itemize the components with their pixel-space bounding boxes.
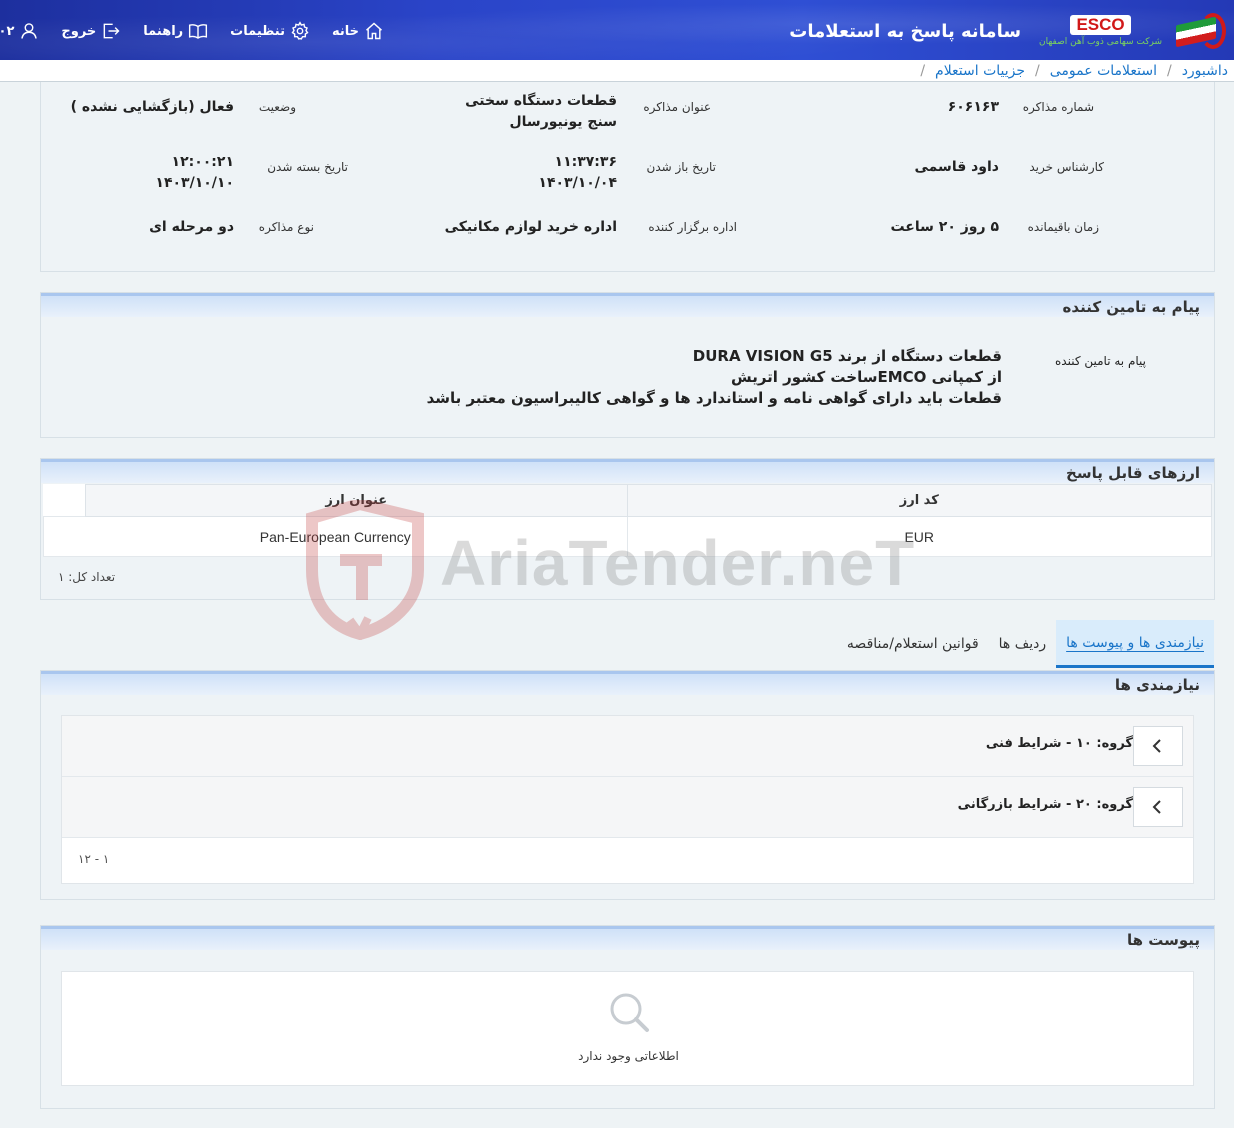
open-date: ۱۴۰۳/۱۰/۰۴ — [538, 175, 617, 191]
nav-user[interactable]: ۱۲۰۸۰۲ — [0, 21, 39, 41]
pager: ۱ - ۱۲ — [62, 838, 1193, 883]
nav-settings[interactable]: تنظیمات — [230, 21, 310, 41]
brand: ESCO شرکت سهامی ذوب آهن اصفهان سامانه پا… — [789, 6, 1226, 56]
list-item[interactable]: گروه: ۲۰ - شرایط بازرگانی — [62, 777, 1193, 838]
organizer-label: اداره برگزار کننده — [648, 220, 737, 234]
open-date-label: تاریخ باز شدن — [646, 160, 716, 174]
nav-logout[interactable]: خروج — [61, 21, 121, 41]
message-line: قطعات باید دارای گواهی نامه و استاندارد … — [426, 389, 1002, 407]
breadcrumb-dashboard[interactable]: داشبورد — [1182, 63, 1228, 79]
pager-range: ۱ - ۱۲ — [78, 852, 110, 866]
message-line: قطعات دستگاه از برند DURA VISION G5 — [692, 347, 1002, 365]
nav-guide-label: راهنما — [143, 23, 184, 39]
currencies-table: کد ارز عنوان ارز EUR Pan-European Curren… — [43, 484, 1213, 557]
message-line: از کمپانی EMCOساخت کشور اتریش — [731, 368, 1002, 386]
system-title: سامانه پاسخ به استعلامات — [789, 20, 1022, 42]
close-date: ۱۴۰۳/۱۰/۱۰ — [155, 175, 234, 191]
table-header-row: کد ارز عنوان ارز — [43, 484, 1213, 517]
requirement-groups: گروه: ۱۰ - شرایط فنی گروه: ۲۰ - شرایط با… — [61, 715, 1194, 884]
inquiry-details: شماره مذاکره ۶۰۶۱۶۳ عنوان مذاکره قطعات د… — [40, 82, 1215, 272]
status-value: فعال (بازگشایی نشده ) — [70, 99, 234, 115]
close-date-label: تاریخ بسته شدن — [267, 160, 348, 174]
expand-group-button[interactable] — [1133, 726, 1183, 766]
column-spacer — [43, 484, 86, 517]
esco-logo: ESCO شرکت سهامی ذوب آهن اصفهان — [1039, 15, 1162, 47]
group-title: گروه: ۲۰ - شرایط بازرگانی — [957, 797, 1133, 812]
table-row[interactable]: EUR Pan-European Currency — [43, 516, 1213, 557]
breadcrumb-public-inquiries[interactable]: استعلامات عمومی — [1050, 63, 1157, 79]
remaining-time: ۵ روز ۲۰ ساعت — [890, 219, 999, 235]
column-currency-title[interactable]: عنوان ارز — [84, 484, 628, 517]
breadcrumb: داشبورد / استعلامات عمومی / جزییات استعل… — [0, 60, 1234, 82]
tab-bar: نیازمندی ها و پیوست ها ردیف ها قوانین اس… — [837, 620, 1214, 668]
search-icon — [610, 993, 649, 1032]
list-item[interactable]: گروه: ۱۰ - شرایط فنی — [62, 716, 1193, 777]
gear-icon — [291, 21, 309, 40]
buyer-expert: داود قاسمی — [914, 159, 1000, 175]
iran-flag-logo-icon — [1172, 9, 1226, 53]
top-nav: خانه تنظیمات راهنما خروج ۱۲۰۸۰۲ — [0, 18, 384, 44]
total-count: تعداد کل: ۱ — [58, 570, 116, 584]
user-icon — [21, 23, 38, 39]
chevron-left-icon — [1152, 800, 1161, 814]
nav-settings-label: تنظیمات — [230, 23, 285, 39]
nav-home-label: خانه — [331, 23, 359, 39]
user-id: ۱۲۰۸۰۲ — [0, 23, 15, 39]
negotiation-type: دو مرحله ای — [149, 219, 234, 235]
group-title: گروه: ۱۰ - شرایط فنی — [985, 736, 1133, 751]
attachments-heading: پیوست ها — [41, 926, 1214, 950]
close-time: ۱۲:۰۰:۲۱ — [171, 154, 234, 170]
requirements-heading: نیازمندی ها — [41, 671, 1214, 695]
remaining-time-label: زمان باقیمانده — [1027, 220, 1099, 234]
nav-guide[interactable]: راهنما — [143, 21, 208, 41]
nav-logout-label: خروج — [61, 23, 97, 39]
buyer-expert-label: کارشناس خرید — [1029, 160, 1104, 174]
open-book-icon — [189, 24, 208, 39]
negotiation-type-label: نوع مذاکره — [258, 220, 314, 234]
esco-badge: ESCO — [1070, 15, 1131, 35]
column-currency-code[interactable]: کد ارز — [626, 484, 1213, 517]
attachments-list: اطلاعاتی وجود ندارد — [61, 971, 1194, 1086]
negotiation-title: قطعات دستگاه سختی سنج یونیورسال — [465, 93, 617, 130]
supplier-message-text: قطعات دستگاه از برند DURA VISION G5 از ک… — [427, 346, 1002, 409]
tab-requirements-attachments[interactable]: نیازمندی ها و پیوست ها — [1056, 620, 1214, 668]
supplier-message-heading: پیام به تامین کننده — [41, 293, 1214, 317]
home-icon — [366, 22, 382, 40]
nav-home[interactable]: خانه — [332, 21, 384, 41]
breadcrumb-separator: / — [920, 62, 926, 79]
currency-title-cell: Pan-European Currency — [43, 516, 628, 557]
tab-rules[interactable]: قوانین استعلام/مناقصه — [837, 620, 989, 668]
currencies-heading: ارزهای قابل پاسخ — [41, 459, 1214, 483]
currency-code-cell: EUR — [626, 516, 1213, 557]
expand-group-button[interactable] — [1133, 787, 1183, 827]
negotiation-number-label: شماره مذاکره — [1022, 100, 1094, 114]
logout-icon — [103, 23, 120, 39]
supplier-message-label: پیام به تامین کننده — [1055, 354, 1146, 368]
open-time: ۱۱:۳۷:۳۶ — [554, 154, 617, 170]
breadcrumb-separator: / — [1166, 62, 1172, 79]
organizer: اداره خرید لوازم مکانیکی — [444, 219, 617, 235]
esco-subtitle: شرکت سهامی ذوب آهن اصفهان — [1039, 37, 1162, 47]
status-label: وضعیت — [258, 100, 296, 114]
negotiation-title-label: عنوان مذاکره — [643, 100, 711, 114]
empty-state-text: اطلاعاتی وجود ندارد — [578, 1049, 679, 1063]
top-bar: ESCO شرکت سهامی ذوب آهن اصفهان سامانه پا… — [0, 0, 1234, 60]
tab-rows[interactable]: ردیف ها — [989, 620, 1056, 668]
breadcrumb-inquiry-details[interactable]: جزییات استعلام — [935, 63, 1025, 79]
chevron-left-icon — [1152, 739, 1161, 753]
breadcrumb-separator: / — [1035, 62, 1040, 79]
negotiation-number: ۶۰۶۱۶۳ — [947, 99, 999, 115]
